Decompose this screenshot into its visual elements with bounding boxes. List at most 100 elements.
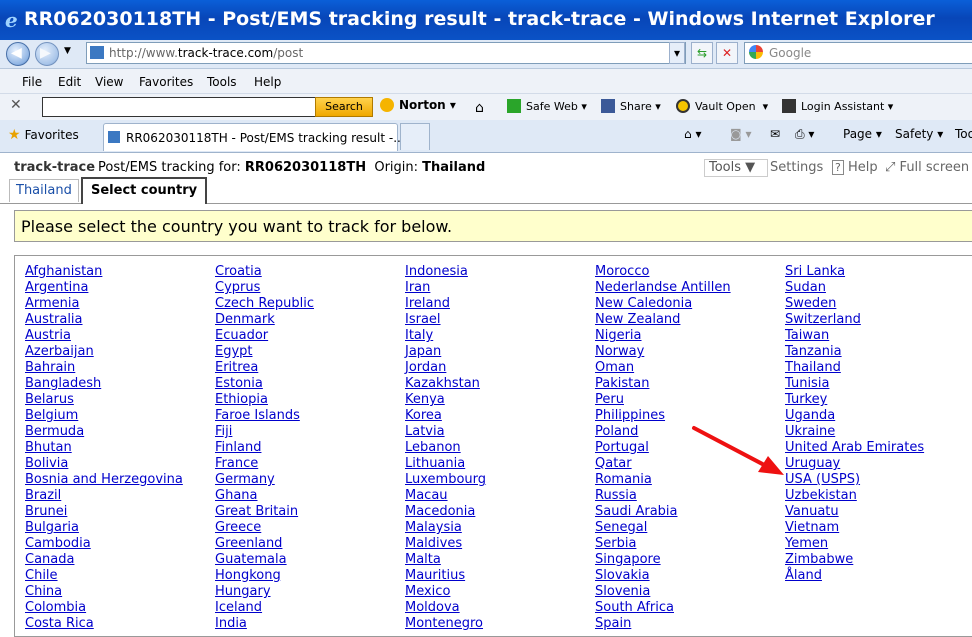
country-link[interactable]: Pakistan — [595, 376, 731, 392]
country-link[interactable]: Norway — [595, 344, 731, 360]
site-brand[interactable]: track-trace — [14, 160, 95, 175]
tools-menu[interactable]: Tools — [955, 127, 972, 141]
country-link[interactable]: Uganda — [785, 408, 924, 424]
country-link[interactable]: Turkey — [785, 392, 924, 408]
country-link[interactable]: Bolivia — [25, 456, 183, 472]
country-link[interactable]: Latvia — [405, 424, 486, 440]
country-link[interactable]: Bhutan — [25, 440, 183, 456]
country-link[interactable]: Argentina — [25, 280, 183, 296]
country-link[interactable]: India — [215, 616, 314, 632]
country-link[interactable]: Japan — [405, 344, 486, 360]
country-link[interactable]: Jordan — [405, 360, 486, 376]
country-link[interactable]: Singapore — [595, 552, 731, 568]
country-link[interactable]: Sweden — [785, 296, 924, 312]
country-link[interactable]: China — [25, 584, 183, 600]
tab-thailand[interactable]: Thailand — [9, 179, 79, 202]
stop-button[interactable]: ✕ — [716, 42, 738, 64]
country-link[interactable]: Yemen — [785, 536, 924, 552]
country-link[interactable]: Hongkong — [215, 568, 314, 584]
country-link[interactable]: Ukraine — [785, 424, 924, 440]
country-link[interactable]: Romania — [595, 472, 731, 488]
country-link[interactable]: Tanzania — [785, 344, 924, 360]
country-link[interactable]: Israel — [405, 312, 486, 328]
address-dropdown-button[interactable]: ▾ — [669, 42, 685, 64]
country-link[interactable]: Lithuania — [405, 456, 486, 472]
country-link[interactable]: Morocco — [595, 264, 731, 280]
browser-tab-active[interactable]: RR062030118TH - Post/EMS tracking result… — [103, 123, 405, 151]
country-link[interactable]: Serbia — [595, 536, 731, 552]
country-link[interactable]: New Zealand — [595, 312, 731, 328]
country-link[interactable]: Bangladesh — [25, 376, 183, 392]
country-link[interactable]: Kenya — [405, 392, 486, 408]
country-link[interactable]: Azerbaijan — [25, 344, 183, 360]
country-link[interactable]: Hungary — [215, 584, 314, 600]
country-link[interactable]: Sri Lanka — [785, 264, 924, 280]
norton-menu[interactable]: Norton ▾ — [380, 98, 456, 112]
country-link[interactable]: Bermuda — [25, 424, 183, 440]
country-link[interactable]: Estonia — [215, 376, 314, 392]
page-menu[interactable]: Page ▾ — [843, 127, 882, 141]
country-link[interactable]: Macau — [405, 488, 486, 504]
fullscreen-link[interactable]: ⤢ Full screen — [885, 160, 969, 175]
country-link[interactable]: Great Britain — [215, 504, 314, 520]
country-link[interactable]: Denmark — [215, 312, 314, 328]
country-link[interactable]: Armenia — [25, 296, 183, 312]
country-link[interactable]: Slovakia — [595, 568, 731, 584]
country-link[interactable]: Russia — [595, 488, 731, 504]
help-link[interactable]: ? Help — [832, 160, 878, 175]
country-link[interactable]: Guatemala — [215, 552, 314, 568]
history-dropdown-icon[interactable]: ▼ — [64, 46, 71, 56]
norton-search-button[interactable]: Search — [315, 97, 373, 117]
country-link[interactable]: Mexico — [405, 584, 486, 600]
country-link[interactable]: Senegal — [595, 520, 731, 536]
country-link[interactable]: Indonesia — [405, 264, 486, 280]
country-link[interactable]: Åland — [785, 568, 924, 584]
safe-web-button[interactable]: Safe Web ▾ — [507, 99, 587, 113]
country-link[interactable]: USA (USPS) — [785, 472, 924, 488]
country-link[interactable]: Greece — [215, 520, 314, 536]
mail-button[interactable]: ✉ — [770, 127, 780, 141]
country-link[interactable]: France — [215, 456, 314, 472]
country-link[interactable]: Taiwan — [785, 328, 924, 344]
country-link[interactable]: Tunisia — [785, 376, 924, 392]
country-link[interactable]: Kazakhstan — [405, 376, 486, 392]
country-link[interactable]: Maldives — [405, 536, 486, 552]
menu-file[interactable]: File — [22, 75, 42, 89]
country-link[interactable]: Bosnia and Herzegovina — [25, 472, 183, 488]
country-link[interactable]: Slovenia — [595, 584, 731, 600]
back-button[interactable]: ◀ — [6, 42, 30, 66]
country-link[interactable]: Australia — [25, 312, 183, 328]
tab-select-country[interactable]: Select country — [81, 177, 208, 204]
country-link[interactable]: New Caledonia — [595, 296, 731, 312]
country-link[interactable]: Philippines — [595, 408, 731, 424]
country-link[interactable]: Bahrain — [25, 360, 183, 376]
country-link[interactable]: Moldova — [405, 600, 486, 616]
country-link[interactable]: Uzbekistan — [785, 488, 924, 504]
share-button[interactable]: Share ▾ — [601, 99, 661, 113]
country-link[interactable]: Qatar — [595, 456, 731, 472]
country-link[interactable]: Montenegro — [405, 616, 486, 632]
country-link[interactable]: Brazil — [25, 488, 183, 504]
country-link[interactable]: Canada — [25, 552, 183, 568]
country-link[interactable]: Ireland — [405, 296, 486, 312]
country-link[interactable]: Egypt — [215, 344, 314, 360]
menu-edit[interactable]: Edit — [58, 75, 81, 89]
new-tab-button[interactable] — [400, 123, 430, 150]
country-link[interactable]: Faroe Islands — [215, 408, 314, 424]
country-link[interactable]: Malta — [405, 552, 486, 568]
country-link[interactable]: Peru — [595, 392, 731, 408]
country-link[interactable]: Ecuador — [215, 328, 314, 344]
tools-dropdown[interactable]: Tools ▼ — [704, 159, 768, 177]
country-link[interactable]: Malaysia — [405, 520, 486, 536]
menu-view[interactable]: View — [95, 75, 123, 89]
country-link[interactable]: Iceland — [215, 600, 314, 616]
country-link[interactable]: Oman — [595, 360, 731, 376]
country-link[interactable]: Spain — [595, 616, 731, 632]
country-link[interactable]: Belgium — [25, 408, 183, 424]
home-button[interactable]: ⌂ — [475, 99, 496, 116]
country-link[interactable]: Cambodia — [25, 536, 183, 552]
forward-button[interactable]: ▶ — [35, 42, 59, 66]
login-assistant-button[interactable]: Login Assistant ▾ — [782, 99, 893, 113]
country-link[interactable]: Colombia — [25, 600, 183, 616]
settings-link[interactable]: Settings — [770, 160, 823, 175]
